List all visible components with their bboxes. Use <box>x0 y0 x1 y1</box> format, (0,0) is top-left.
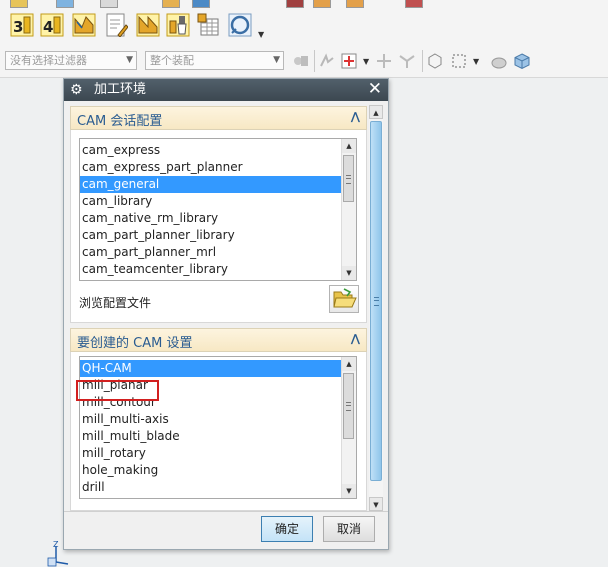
toolbar-row-top <box>0 0 608 8</box>
cam-setup-list-item[interactable]: drill <box>80 479 342 496</box>
cam-session-section-header[interactable]: CAM 会话配置 ⋀ <box>70 106 367 130</box>
chevron-up-icon[interactable]: ⋀ <box>351 110 360 123</box>
cam-session-list-item[interactable]: cam_express <box>80 142 342 159</box>
cam-session-list-item[interactable]: cam_express_part_planner <box>80 159 342 176</box>
edit-document-icon[interactable] <box>104 13 128 37</box>
scroll-up-icon[interactable]: ▲ <box>342 357 356 371</box>
dialog-titlebar[interactable]: ⚙ 加工环境 ✕ <box>64 79 388 101</box>
3-axis-icon[interactable]: 3 <box>10 13 34 37</box>
toolbar-operations: 3 4 ▼ <box>0 8 608 44</box>
cam-setup-section-label: 要创建的 CAM 设置 <box>77 336 193 351</box>
cam-session-items: cam_express cam_express_part_planner cam_g… <box>80 142 342 278</box>
open-folder-icon <box>333 288 357 308</box>
assembly-scope-combo[interactable]: 整个装配 ▼ <box>145 51 284 70</box>
4-axis-label: 4 <box>43 18 53 36</box>
dialog-scroll-thumb[interactable] <box>370 121 382 481</box>
toolbar-cut-icon[interactable] <box>100 0 118 8</box>
scroll-down-icon[interactable]: ▼ <box>369 497 383 511</box>
cam-setup-scrollbar[interactable]: ▲ ▼ <box>341 357 356 498</box>
chevron-down-icon[interactable]: ▼ <box>473 57 479 66</box>
close-icon[interactable]: ✕ <box>368 80 382 99</box>
cam-setup-section-body: QH-CAM mill_planar mill_contour mill_multi-… <box>70 352 367 511</box>
cam-session-list-item[interactable]: cam_native_rm_library <box>80 210 342 227</box>
3-axis-label: 3 <box>13 18 23 36</box>
assembly-scope-placeholder: 整个装配 <box>150 54 194 67</box>
select-region-icon[interactable] <box>340 52 358 70</box>
scroll-up-icon[interactable]: ▲ <box>342 139 356 153</box>
toolbar-cut-icon[interactable] <box>162 0 180 8</box>
scroll-up-icon[interactable]: ▲ <box>369 105 383 119</box>
dialog-footer-divider <box>64 511 388 512</box>
toolbar-cut-icon[interactable] <box>56 0 74 8</box>
4-axis-icon[interactable]: 4 <box>40 13 64 37</box>
toolbar-cut-icon[interactable] <box>313 0 331 8</box>
hexagon-icon[interactable] <box>426 52 444 70</box>
cam-session-scrollbar[interactable]: ▲ ▼ <box>341 139 356 280</box>
cam-setup-list-item[interactable]: mill_planar <box>80 377 342 394</box>
cam-session-list-item[interactable]: cam_part_planner_library <box>80 227 342 244</box>
contour-icon[interactable] <box>72 13 96 37</box>
cancel-button[interactable]: 取消 <box>323 516 375 542</box>
svg-text:Z: Z <box>53 540 59 549</box>
toolbar-cut-icon[interactable] <box>192 0 210 8</box>
dialog-title: 加工环境 <box>94 82 147 97</box>
toolbar-cut-icon[interactable] <box>286 0 304 8</box>
cam-session-list-item[interactable]: cam_teamcenter_library <box>80 261 342 278</box>
ok-button[interactable]: 确定 <box>261 516 313 542</box>
toolbar-cut-icon[interactable] <box>346 0 364 8</box>
toolbar-separator <box>422 50 423 72</box>
cam-session-list-item[interactable]: cam_part_planner_mrl <box>80 244 342 261</box>
table-icon[interactable] <box>197 13 221 37</box>
chevron-up-icon[interactable]: ⋀ <box>351 332 360 345</box>
cam-session-section-body: cam_express cam_express_part_planner cam_g… <box>70 130 367 323</box>
select-features-icon[interactable] <box>318 52 336 70</box>
cube-icon[interactable] <box>513 52 531 70</box>
cam-setup-list-item[interactable]: mill_multi-axis <box>80 411 342 428</box>
browse-config-file-label: 浏览配置文件 <box>79 296 152 310</box>
brush-icon[interactable] <box>166 13 190 37</box>
scroll-down-icon[interactable]: ▼ <box>342 484 356 498</box>
cam-setup-list-item[interactable]: mill_rotary <box>80 445 342 462</box>
cam-session-section-label: CAM 会话配置 <box>77 114 163 129</box>
machining-environment-dialog: ⚙ 加工环境 ✕ CAM 会话配置 ⋀ cam_express cam_expre… <box>63 78 389 550</box>
cam-setup-list-item[interactable]: QH-CAM <box>80 360 342 377</box>
scroll-down-icon[interactable]: ▼ <box>342 266 356 280</box>
cam-session-list-item[interactable]: cam_general <box>80 176 342 193</box>
scroll-thumb[interactable] <box>343 155 354 202</box>
rectangle-select-icon[interactable] <box>450 52 468 70</box>
browse-folder-button[interactable] <box>329 285 359 313</box>
planar-mill-icon[interactable] <box>136 13 160 37</box>
type-filter-placeholder: 没有选择过滤器 <box>10 54 87 67</box>
cam-setup-listbox[interactable]: QH-CAM mill_planar mill_contour mill_multi-… <box>79 356 357 499</box>
gear-icon: ⚙ <box>70 82 83 98</box>
cam-session-listbox[interactable]: cam_express cam_express_part_planner cam_g… <box>79 138 357 281</box>
ring-icon[interactable] <box>228 13 252 37</box>
chevron-down-icon[interactable]: ▼ <box>363 57 369 66</box>
scroll-thumb[interactable] <box>343 373 354 439</box>
toolbar-cut-icon[interactable] <box>405 0 423 8</box>
toolbar-selection: 没有选择过滤器 ▼ 整个装配 ▼ ▼ ▼ <box>0 44 608 78</box>
cam-setup-list-item[interactable]: hole_making <box>80 462 342 479</box>
cam-setup-list-item[interactable]: mill_multi_blade <box>80 428 342 445</box>
chevron-down-icon: ▼ <box>273 55 280 65</box>
snap-point-icon[interactable] <box>398 52 416 70</box>
toolbar-cut-icon[interactable] <box>10 0 28 8</box>
more-tools-dropdown-icon[interactable]: ▼ <box>258 30 264 39</box>
add-point-icon[interactable] <box>375 52 393 70</box>
view-shaded-icon[interactable] <box>490 52 508 70</box>
cam-setup-list-item[interactable]: mill_contour <box>80 394 342 411</box>
dialog-scrollbar[interactable]: ▲ ▼ <box>369 105 383 511</box>
cam-setup-items: QH-CAM mill_planar mill_contour mill_multi-… <box>80 360 342 496</box>
cam-session-list-item[interactable]: cam_library <box>80 193 342 210</box>
cam-setup-section-header[interactable]: 要创建的 CAM 设置 ⋀ <box>70 328 367 352</box>
chevron-down-icon: ▼ <box>126 55 133 65</box>
toolbar-separator <box>314 50 315 72</box>
snap-icon[interactable] <box>292 52 310 70</box>
type-filter-combo[interactable]: 没有选择过滤器 ▼ <box>5 51 137 70</box>
